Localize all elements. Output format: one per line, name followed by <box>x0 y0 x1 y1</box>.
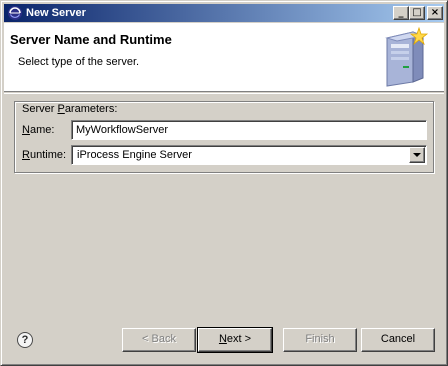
back-button[interactable]: < Back <box>122 328 196 352</box>
window-title: New Server <box>26 7 86 19</box>
page-description: Select type of the server. <box>18 56 140 68</box>
eclipse-icon <box>8 6 22 20</box>
chevron-down-icon[interactable] <box>409 147 425 163</box>
runtime-label: Runtime: <box>22 149 67 161</box>
name-label: Name: <box>22 124 55 136</box>
server-parameters-legend: Server Parameters: <box>20 103 120 115</box>
minimize-button[interactable]: _ <box>393 6 409 20</box>
close-button[interactable]: × <box>427 6 443 20</box>
server-wizard-icon <box>385 26 429 87</box>
title-bar[interactable]: New Server _ □ × <box>4 4 444 22</box>
server-name-input[interactable]: MyWorkflowServer <box>71 120 427 140</box>
runtime-selected-value: iProcess Engine Server <box>77 149 192 161</box>
new-server-dialog: New Server _ □ × Server Name and Runtime… <box>0 0 448 366</box>
help-icon[interactable]: ? <box>17 332 33 348</box>
maximize-button[interactable]: □ <box>409 6 425 20</box>
wizard-banner: Server Name and Runtime Select type of t… <box>4 23 444 92</box>
cancel-button[interactable]: Cancel <box>361 328 435 352</box>
finish-button[interactable]: Finish <box>283 328 357 352</box>
banner-separator <box>4 93 444 94</box>
next-button[interactable]: Next > <box>197 327 273 353</box>
runtime-select[interactable]: iProcess Engine Server <box>71 145 427 165</box>
page-title: Server Name and Runtime <box>10 32 172 47</box>
